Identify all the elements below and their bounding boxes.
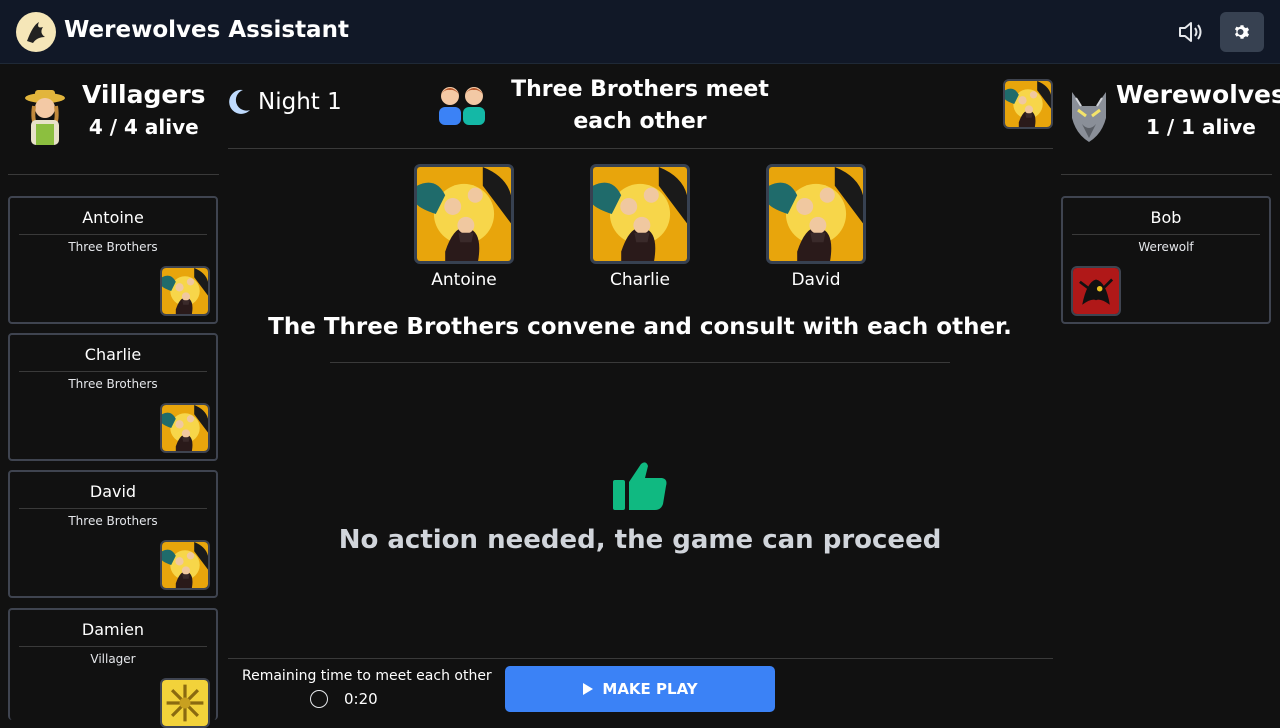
player-card[interactable]: Bob Werewolf	[1061, 196, 1271, 324]
brothers-icon	[439, 87, 485, 125]
farmer-icon	[25, 90, 65, 145]
app-logo-icon[interactable]	[16, 12, 56, 52]
phase-label: Night 1	[258, 89, 342, 115]
participant: Charlie	[590, 164, 690, 290]
player-card[interactable]: Charlie Three Brothers	[8, 333, 218, 461]
player-card[interactable]: Antoine Three Brothers	[8, 196, 218, 324]
werewolves-alive-count: 1 / 1 alive	[1146, 115, 1256, 139]
wolf-icon	[1072, 92, 1106, 142]
make-play-button[interactable]: MAKE PLAY	[505, 666, 775, 712]
make-play-label: MAKE PLAY	[602, 680, 698, 698]
player-card[interactable]: David Three Brothers	[8, 470, 218, 598]
card-divider	[19, 371, 207, 372]
three-brothers-card-icon	[766, 164, 866, 264]
three-brothers-card-icon	[1003, 79, 1053, 129]
card-divider	[1072, 234, 1260, 235]
werewolves-header: Werewolves 1 / 1 alive	[1068, 80, 1280, 144]
header-divider	[228, 148, 1053, 149]
footer-divider	[228, 658, 1053, 659]
player-name: Antoine	[82, 208, 144, 227]
villagers-alive-count: 4 / 4 alive	[88, 115, 199, 139]
three-brothers-card-icon	[590, 164, 690, 264]
app-title: Werewolves Assistant	[64, 17, 349, 43]
sound-button[interactable]	[1170, 12, 1212, 52]
card-divider	[19, 646, 207, 647]
three-brothers-card-icon	[414, 164, 514, 264]
player-name: Damien	[81, 620, 145, 639]
play-icon	[583, 683, 594, 695]
participant-name: Antoine	[431, 270, 497, 290]
timer: 0:20	[310, 690, 378, 708]
player-role: Three Brothers	[68, 240, 158, 254]
villagers-divider	[8, 174, 219, 175]
timer-value: 0:20	[344, 690, 378, 708]
participant-name: David	[791, 270, 841, 290]
moon-icon	[229, 89, 250, 114]
werewolves-divider	[1061, 174, 1272, 175]
card-divider	[19, 234, 207, 235]
participant-name: Charlie	[610, 270, 670, 290]
step-title: Three Brothers meet each other	[511, 77, 769, 134]
timer-label: Remaining time to meet each other	[242, 668, 492, 684]
volume-icon	[1179, 22, 1202, 42]
timer-circle-icon	[310, 690, 328, 708]
description-divider	[330, 362, 950, 363]
participant: Antoine	[414, 164, 514, 290]
three-brothers-card-icon	[160, 403, 210, 453]
player-name: Charlie	[84, 345, 142, 364]
player-role: Werewolf	[1138, 240, 1194, 254]
thumbs-up-icon	[613, 462, 667, 510]
gear-icon	[1234, 25, 1250, 39]
three-brothers-card-icon	[160, 266, 210, 316]
participant: David	[766, 164, 866, 290]
werewolves-title: Werewolves	[1116, 80, 1280, 109]
player-role: Three Brothers	[68, 377, 158, 391]
player-name: Bob	[1150, 208, 1182, 227]
player-role: Three Brothers	[68, 514, 158, 528]
step-description: The Three Brothers convene and consult w…	[268, 314, 1012, 340]
villagers-title: Villagers	[82, 80, 206, 109]
villagers-header: Villagers 4 / 4 alive	[24, 80, 206, 146]
night-indicator: Night 1	[226, 88, 342, 116]
settings-button[interactable]	[1220, 12, 1264, 52]
player-card[interactable]: Damien Villager	[8, 608, 218, 728]
villager-card-icon	[160, 678, 210, 728]
player-role: Villager	[90, 652, 136, 666]
top-bar: Werewolves Assistant	[0, 0, 1280, 64]
werewolf-card-icon	[1071, 266, 1121, 316]
player-name: David	[89, 482, 137, 501]
three-brothers-card-icon	[160, 540, 210, 590]
status-message: No action needed, the game can proceed	[338, 525, 942, 555]
card-divider	[19, 508, 207, 509]
